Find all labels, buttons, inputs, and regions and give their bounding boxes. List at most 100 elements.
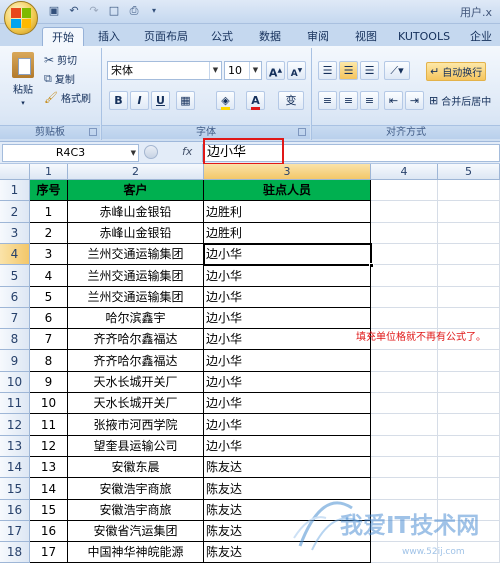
table-cell[interactable]: 17: [30, 542, 68, 563]
table-cell[interactable]: 2: [30, 223, 68, 244]
table-cell[interactable]: 边小华: [204, 265, 371, 287]
table-cell[interactable]: [371, 350, 438, 372]
table-cell[interactable]: [438, 372, 500, 393]
tab-page-layout[interactable]: 页面布局: [136, 27, 196, 46]
tab-view[interactable]: 视图: [346, 27, 386, 46]
row-header[interactable]: 18: [0, 542, 30, 563]
print-preview-icon[interactable]: ⎙: [126, 3, 142, 19]
table-cell[interactable]: 陈友达: [204, 542, 371, 563]
table-cell[interactable]: 10: [30, 393, 68, 414]
table-cell[interactable]: 11: [30, 414, 68, 436]
tab-insert[interactable]: 插入: [88, 27, 130, 46]
row-header[interactable]: 9: [0, 350, 30, 372]
redo-icon[interactable]: ↷: [86, 3, 102, 19]
table-cell[interactable]: [371, 372, 438, 393]
column-header[interactable]: 2: [68, 164, 204, 180]
column-header[interactable]: 1: [30, 164, 68, 180]
table-cell[interactable]: 安徽东晨: [68, 457, 204, 478]
table-cell[interactable]: 边胜利: [204, 201, 371, 223]
table-cell[interactable]: 6: [30, 308, 68, 329]
row-header[interactable]: 5: [0, 265, 30, 287]
table-cell[interactable]: [438, 287, 500, 308]
table-cell[interactable]: 边小华: [204, 287, 371, 308]
table-cell[interactable]: 天水长城开关厂: [68, 393, 204, 414]
table-cell[interactable]: 望奎县运输公司: [68, 436, 204, 457]
table-cell[interactable]: [371, 265, 438, 287]
table-cell[interactable]: [438, 244, 500, 265]
table-cell[interactable]: [438, 478, 500, 500]
fill-color-button[interactable]: ◈: [216, 91, 235, 110]
table-cell[interactable]: 边小华: [204, 308, 371, 329]
header-cell[interactable]: 客户: [68, 180, 204, 201]
tab-kutools[interactable]: KUTOOLS: [392, 27, 456, 46]
table-cell[interactable]: 安徽浩宇商旅: [68, 478, 204, 500]
table-cell[interactable]: [438, 521, 500, 542]
table-cell[interactable]: [371, 244, 438, 265]
font-dialog-launcher-icon[interactable]: [298, 128, 306, 136]
table-cell[interactable]: 4: [30, 265, 68, 287]
table-cell[interactable]: 边小华: [204, 372, 371, 393]
fx-icon[interactable]: fx: [182, 145, 192, 158]
orientation-button[interactable]: ⟋▾: [384, 61, 410, 80]
font-color-button[interactable]: A: [246, 91, 265, 110]
table-cell[interactable]: 边小华: [204, 329, 371, 350]
table-cell[interactable]: 边小华: [204, 436, 371, 457]
row-header[interactable]: 12: [0, 414, 30, 436]
cut-button[interactable]: ✂ 剪切: [44, 52, 77, 68]
row-header[interactable]: 2: [0, 201, 30, 223]
table-cell[interactable]: [371, 521, 438, 542]
table-cell[interactable]: 12: [30, 436, 68, 457]
table-cell[interactable]: [438, 542, 500, 563]
table-cell[interactable]: [438, 265, 500, 287]
table-cell[interactable]: [438, 393, 500, 414]
tab-enterprise[interactable]: 企业: [462, 27, 500, 46]
table-cell[interactable]: 边小华: [204, 414, 371, 436]
table-cell[interactable]: 边胜利: [204, 223, 371, 244]
column-header[interactable]: 4: [371, 164, 438, 180]
table-cell[interactable]: 兰州交通运输集团: [68, 265, 204, 287]
table-cell[interactable]: 张掖市河西学院: [68, 414, 204, 436]
wrap-text-button[interactable]: ↵ 自动换行: [426, 62, 487, 81]
align-middle-button[interactable]: ☰: [339, 61, 358, 80]
grow-font-button[interactable]: A▲: [266, 61, 285, 80]
phonetic-button[interactable]: 变: [278, 91, 304, 110]
table-cell[interactable]: 中国神华神皖能源: [68, 542, 204, 563]
header-cell[interactable]: 驻点人员: [204, 180, 371, 201]
underline-button[interactable]: U: [151, 91, 170, 110]
tab-home[interactable]: 开始: [42, 27, 84, 46]
table-cell[interactable]: 1: [30, 201, 68, 223]
table-cell[interactable]: 8: [30, 350, 68, 372]
table-cell[interactable]: 15: [30, 500, 68, 521]
table-cell[interactable]: [438, 223, 500, 244]
align-bottom-button[interactable]: ☰: [360, 61, 379, 80]
format-painter-button[interactable]: 🖌 格式刷: [44, 90, 91, 105]
table-cell[interactable]: 边小华: [204, 350, 371, 372]
header-cell[interactable]: [371, 180, 438, 201]
table-cell[interactable]: [371, 308, 438, 329]
tab-formulas[interactable]: 公式: [202, 27, 242, 46]
table-cell[interactable]: [371, 414, 438, 436]
header-cell[interactable]: 序号: [30, 180, 68, 201]
align-right-button[interactable]: ≡: [360, 91, 379, 110]
row-header[interactable]: 13: [0, 436, 30, 457]
clipboard-dialog-launcher-icon[interactable]: [89, 128, 97, 136]
header-cell[interactable]: [438, 180, 500, 201]
name-box[interactable]: R4C3 ▼: [2, 144, 139, 162]
table-cell[interactable]: 齐齐哈尔鑫福达: [68, 350, 204, 372]
table-cell[interactable]: [371, 542, 438, 563]
table-cell[interactable]: 14: [30, 478, 68, 500]
align-center-button[interactable]: ≡: [339, 91, 358, 110]
select-all-corner[interactable]: [0, 164, 30, 180]
table-cell[interactable]: [371, 436, 438, 457]
shrink-font-button[interactable]: A▼: [287, 61, 306, 80]
table-cell[interactable]: [371, 287, 438, 308]
table-cell[interactable]: 赤峰山金银铅: [68, 201, 204, 223]
bold-button[interactable]: B: [109, 91, 128, 110]
save-icon[interactable]: ▣: [46, 3, 62, 19]
table-cell[interactable]: [371, 478, 438, 500]
table-cell[interactable]: 9: [30, 372, 68, 393]
column-header[interactable]: 5: [438, 164, 500, 180]
row-header[interactable]: 15: [0, 478, 30, 500]
row-header[interactable]: 6: [0, 287, 30, 308]
column-header[interactable]: 3: [204, 164, 371, 180]
